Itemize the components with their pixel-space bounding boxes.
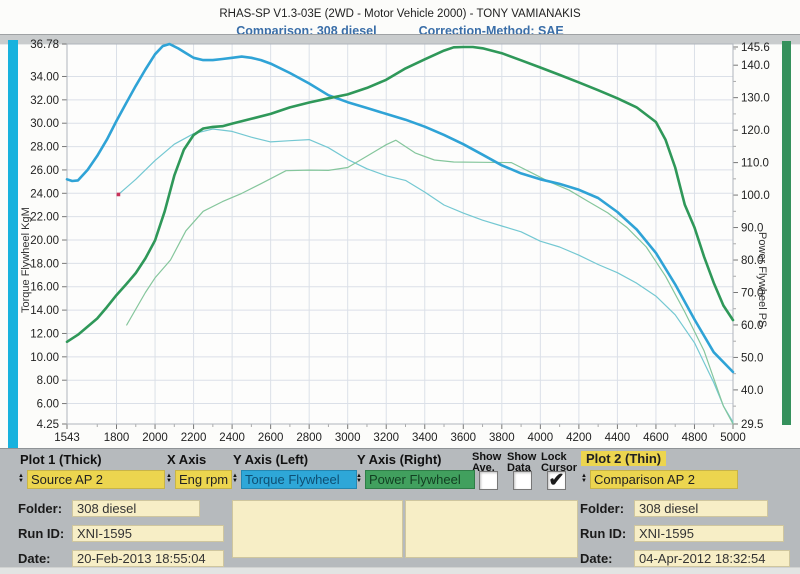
runid-label-right: Run ID: bbox=[580, 526, 626, 541]
x-tick-label: 4800 bbox=[682, 432, 708, 444]
y-right-tick-label: 70.0 bbox=[741, 287, 763, 299]
y-right-tick-label: 29.5 bbox=[741, 419, 763, 431]
date-label-right: Date: bbox=[580, 551, 613, 566]
runid-label-left: Run ID: bbox=[18, 526, 64, 541]
dyno-chart: 36.78 34.00 32.00 30.00 28.00 26.00 24.00 22.00… bbox=[0, 0, 800, 448]
y-left-tick-label: 30.00 bbox=[30, 118, 59, 130]
show-data-checkbox[interactable] bbox=[513, 471, 532, 490]
y-right-tick-label: 50.0 bbox=[741, 352, 763, 364]
xaxis-header: X Axis bbox=[167, 452, 206, 467]
plot1-source-select[interactable]: Source AP 2 bbox=[27, 470, 165, 489]
notes-panel-right bbox=[405, 500, 578, 558]
x-tick-label: 2800 bbox=[296, 432, 322, 444]
y-left-tick-label: 28.00 bbox=[30, 142, 59, 154]
yright-select[interactable]: Power Flywheel bbox=[365, 470, 475, 489]
y-left-tick-label: 34.00 bbox=[30, 71, 59, 83]
folder-label-left: Folder: bbox=[18, 501, 62, 516]
yleft-spinner[interactable]: ▲▼ bbox=[230, 470, 240, 487]
y-left-tick-label: 12.00 bbox=[30, 328, 59, 340]
date-value-left[interactable]: 20-Feb-2013 18:55:04 bbox=[72, 550, 224, 567]
notes-panel-left bbox=[232, 500, 403, 558]
cursor-marker bbox=[117, 193, 121, 197]
yleft-select[interactable]: Torque Flywheel bbox=[241, 470, 357, 489]
yright-spinner[interactable]: ▲▼ bbox=[354, 470, 364, 487]
y-left-tick-label: 20.00 bbox=[30, 235, 59, 247]
lock-cursor-checkbox[interactable]: ✔ bbox=[547, 471, 566, 490]
runid-value-left[interactable]: XNI-1595 bbox=[72, 525, 224, 542]
y-left-tick-label: 32.00 bbox=[30, 95, 59, 107]
y-left-tick-label: 6.00 bbox=[37, 399, 59, 411]
x-tick-label: 2000 bbox=[142, 432, 168, 444]
control-panel: Plot 1 (Thick) X Axis Y Axis (Left) Y Ax… bbox=[0, 448, 800, 568]
y-left-tick-label: 18.00 bbox=[30, 258, 59, 270]
y-right-tick-label: 90.0 bbox=[741, 223, 763, 235]
y-right-tick-label: 145.6 bbox=[741, 42, 770, 54]
x-tick-label: 2400 bbox=[219, 432, 245, 444]
x-tick-label: 1543 bbox=[54, 432, 80, 444]
y-right-tick-label: 120.0 bbox=[741, 125, 770, 137]
x-tick-label: 5000 bbox=[720, 432, 746, 444]
x-tick-label: 4400 bbox=[605, 432, 631, 444]
y-left-tick-label: 14.00 bbox=[30, 305, 59, 317]
dyno-app-window: RHAS-SP V1.3-03E (2WD - Motor Vehicle 20… bbox=[0, 0, 800, 574]
folder-value-left[interactable]: 308 diesel bbox=[72, 500, 200, 517]
checkmark-icon: ✔ bbox=[549, 470, 565, 491]
panel-bottom-margin bbox=[0, 567, 800, 574]
y-right-tick-label: 100.0 bbox=[741, 190, 770, 202]
y-right-tick-label: 40.0 bbox=[741, 385, 763, 397]
x-tick-label: 4600 bbox=[643, 432, 669, 444]
y-right-tick-label: 110.0 bbox=[741, 158, 769, 170]
plot2-header: Plot 2 (Thin) bbox=[581, 451, 666, 466]
folder-value-right[interactable]: 308 diesel bbox=[634, 500, 768, 517]
xaxis-select[interactable]: Eng rpm bbox=[175, 470, 232, 489]
yleft-header: Y Axis (Left) bbox=[233, 452, 308, 467]
y-left-tick-label: 24.00 bbox=[30, 188, 59, 200]
y-right-tick-label: 140.0 bbox=[741, 60, 770, 72]
y-right-tick-label: 130.0 bbox=[741, 93, 770, 105]
y-left-tick-label: 8.00 bbox=[37, 375, 59, 387]
plot2-source-select[interactable]: Comparison AP 2 bbox=[590, 470, 738, 489]
x-tick-label: 3400 bbox=[412, 432, 438, 444]
date-label-left: Date: bbox=[18, 551, 51, 566]
x-tick-label: 4000 bbox=[528, 432, 554, 444]
y-left-tick-label: 16.00 bbox=[30, 282, 59, 294]
x-tick-label: 1800 bbox=[104, 432, 130, 444]
yright-header: Y Axis (Right) bbox=[357, 452, 442, 467]
xaxis-spinner[interactable]: ▲▼ bbox=[164, 470, 174, 487]
x-tick-label: 2600 bbox=[258, 432, 284, 444]
y-left-tick-label: 26.00 bbox=[30, 165, 59, 177]
y-left-tick-label: 22.00 bbox=[30, 212, 59, 224]
x-tick-label: 3000 bbox=[335, 432, 361, 444]
plot1-source-spinner[interactable]: ▲▼ bbox=[16, 470, 26, 487]
runid-value-right[interactable]: XNI-1595 bbox=[634, 525, 784, 542]
plot2-source-spinner[interactable]: ▲▼ bbox=[579, 470, 589, 487]
date-value-right[interactable]: 04-Apr-2012 18:32:54 bbox=[634, 550, 790, 567]
y-left-tick-label: 10.00 bbox=[30, 352, 59, 364]
y-left-tick-label: 36.78 bbox=[30, 39, 59, 51]
x-tick-label: 3800 bbox=[489, 432, 515, 444]
y-right-tick-label: 60.0 bbox=[741, 320, 763, 332]
show-ave-checkbox[interactable] bbox=[479, 471, 498, 490]
y-right-tick-label: 80.0 bbox=[741, 255, 763, 267]
x-tick-label: 4200 bbox=[566, 432, 592, 444]
folder-label-right: Folder: bbox=[580, 501, 624, 516]
plot1-header: Plot 1 (Thick) bbox=[20, 452, 102, 467]
x-tick-label: 3600 bbox=[450, 432, 476, 444]
x-tick-label: 3200 bbox=[373, 432, 399, 444]
x-tick-label: 2200 bbox=[181, 432, 207, 444]
y-left-tick-label: 4.25 bbox=[37, 419, 59, 431]
